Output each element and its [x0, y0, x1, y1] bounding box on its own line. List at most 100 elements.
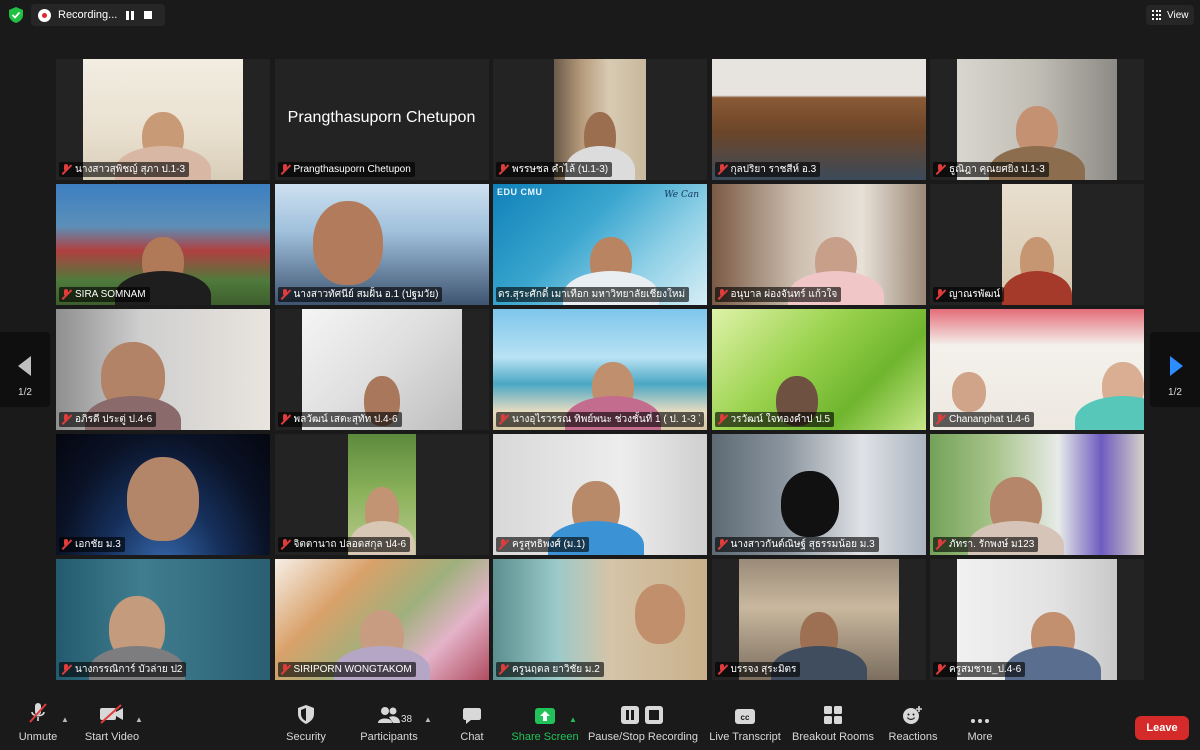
smiley-plus-icon — [903, 700, 923, 724]
participant-tile[interactable]: อนุบาล ผ่องจันทร์ แก้วใจ — [711, 184, 926, 305]
stop-recording-button[interactable] — [143, 10, 153, 20]
mic-muted-icon — [935, 414, 946, 425]
mic-muted-icon — [717, 664, 728, 675]
participant-name-label: ภัทรา. รักพงษ์ ม123 — [933, 537, 1039, 552]
mic-muted-icon — [498, 414, 509, 425]
participant-tile[interactable]: นางอุไรวรรณ ทิพย์พนะ ช่วงชั้นที่ 1 ( ป. … — [493, 309, 707, 430]
mic-muted-icon — [717, 539, 728, 550]
participant-tile[interactable]: ครูสุทธิพงศ์ (ม.1) — [493, 434, 707, 555]
mic-muted-icon — [61, 539, 72, 550]
mic-muted-icon — [280, 414, 291, 425]
participants-button[interactable]: Participants — [359, 700, 419, 750]
we-can-tag: We Can — [664, 190, 699, 200]
mic-muted-icon — [717, 164, 728, 175]
mic-muted-icon — [61, 664, 72, 675]
arrow-left-icon — [18, 356, 31, 376]
participant-tile[interactable]: ครูสมชาย_ป.4-6 — [930, 559, 1144, 680]
participant-tile[interactable]: เอกชัย ม.3 — [56, 434, 270, 555]
participant-tile[interactable]: Prangthasuporn Chetupon Prangthasuporn C… — [274, 59, 489, 180]
mic-muted-icon — [935, 539, 946, 550]
pause-icon — [126, 10, 135, 20]
shield-check-icon[interactable] — [9, 7, 23, 23]
participant-tile[interactable]: Chananphat ป.4-6 — [930, 309, 1144, 430]
top-bar: Recording... View — [0, 0, 1200, 30]
more-button[interactable]: More — [964, 700, 996, 750]
svg-text:cc: cc — [741, 713, 750, 722]
view-label: View — [1167, 9, 1189, 21]
live-transcript-button[interactable]: cc Live Transcript — [709, 700, 781, 750]
recording-dot-icon — [38, 8, 51, 22]
pause-stop-icons — [621, 700, 665, 724]
participant-name-label: SIRA SOMNAM — [59, 287, 150, 302]
next-page-button[interactable]: 1/2 — [1150, 332, 1200, 407]
participant-name-label: อภิรดี ประตู่ ป.4-6 — [59, 412, 157, 427]
share-screen-button[interactable]: Share Screen — [511, 700, 579, 750]
participant-tile[interactable]: นางสาวทัศนีย์ สมฝั้น อ.1 (ปฐมวัย) — [274, 184, 489, 305]
pause-recording-button[interactable] — [125, 10, 135, 20]
security-shield-icon — [298, 700, 314, 724]
participant-tile[interactable]: SIRIPORN WONGTAKOM — [274, 559, 489, 680]
leave-button[interactable]: Leave — [1135, 716, 1189, 740]
participant-name-label: นางสาวทัศนีย์ สมฝั้น อ.1 (ปฐมวัย) — [277, 287, 443, 302]
pause-stop-recording-button[interactable]: Pause/Stop Recording — [588, 700, 698, 750]
start-video-button[interactable]: Start Video — [84, 700, 140, 750]
mic-muted-icon — [717, 289, 728, 300]
participant-name-label: นางสาวกันต์ณิษฐ์ สุธรรมน้อย ม.3 — [714, 537, 879, 552]
mic-muted-icon — [935, 289, 946, 300]
mic-muted-icon — [280, 539, 291, 550]
participant-video — [1002, 184, 1072, 305]
recording-indicator: Recording... — [31, 4, 165, 26]
participant-name-label: ครูสมชาย_ป.4-6 — [933, 662, 1026, 677]
security-button[interactable]: Security — [284, 700, 328, 750]
participant-tile[interactable]: นางสาวสุพิชญ์ สุภา ป.1-3 — [56, 59, 270, 180]
participant-name-label: พลวัฒน์ เสตะสุทัท ป.4-6 — [277, 412, 402, 427]
participant-name-label: SIRIPORN WONGTAKOM — [277, 662, 416, 677]
participant-tile[interactable]: ญาณรพัฒน์ — [930, 184, 1144, 305]
participant-name-label: กุลปริยา ราชสีห์ อ.3 — [714, 162, 821, 177]
unmute-button[interactable]: Unmute — [17, 700, 59, 750]
participant-tile[interactable]: จิตตานาถ ปลอดสกุล ป4-6 — [274, 434, 489, 555]
mic-muted-icon — [498, 539, 509, 550]
participant-name-label: นางอุไรวรรณ ทิพย์พนะ ช่วงชั้นที่ 1 ( ป. … — [496, 412, 704, 427]
participants-count: 38 — [401, 714, 413, 725]
participants-options-caret-icon[interactable]: ▲ — [424, 715, 432, 724]
meeting-toolbar: Unmute ▲ Start Video ▲ Security Particip… — [0, 700, 1200, 750]
participant-tile[interactable]: นางสาวกันต์ณิษฐ์ สุธรรมน้อย ม.3 — [711, 434, 926, 555]
participant-name-label: Prangthasuporn Chetupon — [277, 162, 415, 177]
participant-tile[interactable]: นางกรรณิการ์ บัวล่าย ป2 — [56, 559, 270, 680]
participant-name-label: เอกชัย ม.3 — [59, 537, 125, 552]
breakout-rooms-icon — [824, 700, 842, 724]
video-options-caret-icon[interactable]: ▲ — [135, 715, 143, 724]
breakout-rooms-button[interactable]: Breakout Rooms — [792, 700, 874, 750]
participant-tile[interactable]: พรรษชล คำไล้ (ป.1-3) — [493, 59, 707, 180]
participant-tile[interactable]: อภิรดี ประตู่ ป.4-6 — [56, 309, 270, 430]
mic-muted-icon — [498, 164, 509, 175]
mic-muted-icon — [61, 164, 72, 175]
participant-name-label: ธูณิฎา คุณยศยิ่ง ป.1-3 — [933, 162, 1049, 177]
share-options-caret-icon[interactable]: ▲ — [569, 715, 577, 724]
participant-tile[interactable]: บรรจง สุระมิตร — [711, 559, 926, 680]
participant-tile[interactable]: วรวัฒน์ ใจทองคำป ป.5 — [711, 309, 926, 430]
reactions-button[interactable]: Reactions — [888, 700, 938, 750]
participant-tile[interactable]: ภัทรา. รักพงษ์ ม123 — [930, 434, 1144, 555]
previous-page-button[interactable]: 1/2 — [0, 332, 50, 407]
audio-options-caret-icon[interactable]: ▲ — [61, 715, 69, 724]
page-indicator-left: 1/2 — [18, 387, 32, 398]
participant-tile[interactable]: กุลปริยา ราชสีห์ อ.3 — [711, 59, 926, 180]
participant-tile[interactable]: SIRA SOMNAM — [56, 184, 270, 305]
person-head — [951, 372, 986, 412]
participant-tile[interactable]: ครูนฤดล ยาวิชัย ม.2 — [493, 559, 707, 680]
edu-cmu-logo: EDU CMU — [497, 187, 543, 197]
participant-tile[interactable]: ธูณิฎา คุณยศยิ่ง ป.1-3 — [930, 59, 1144, 180]
participant-name-label: ครูนฤดล ยาวิชัย ม.2 — [496, 662, 604, 677]
mic-muted-icon — [935, 164, 946, 175]
participant-tile-active-speaker[interactable]: EDU CMU We Can ดร.สุระศักดิ์ เมาเทือก มห… — [493, 184, 707, 305]
participants-icon — [378, 700, 400, 724]
arrow-right-icon — [1170, 356, 1183, 376]
mic-muted-icon — [935, 664, 946, 675]
zoom-meeting-window: Recording... View 1/2 1/2 นางสาวสุพิชญ์ … — [0, 0, 1200, 750]
participant-tile[interactable]: พลวัฒน์ เสตะสุทัท ป.4-6 — [274, 309, 489, 430]
chat-button[interactable]: Chat — [457, 700, 487, 750]
participant-name-label: จิตตานาถ ปลอดสกุล ป4-6 — [277, 537, 411, 552]
view-button[interactable]: View — [1146, 5, 1194, 25]
